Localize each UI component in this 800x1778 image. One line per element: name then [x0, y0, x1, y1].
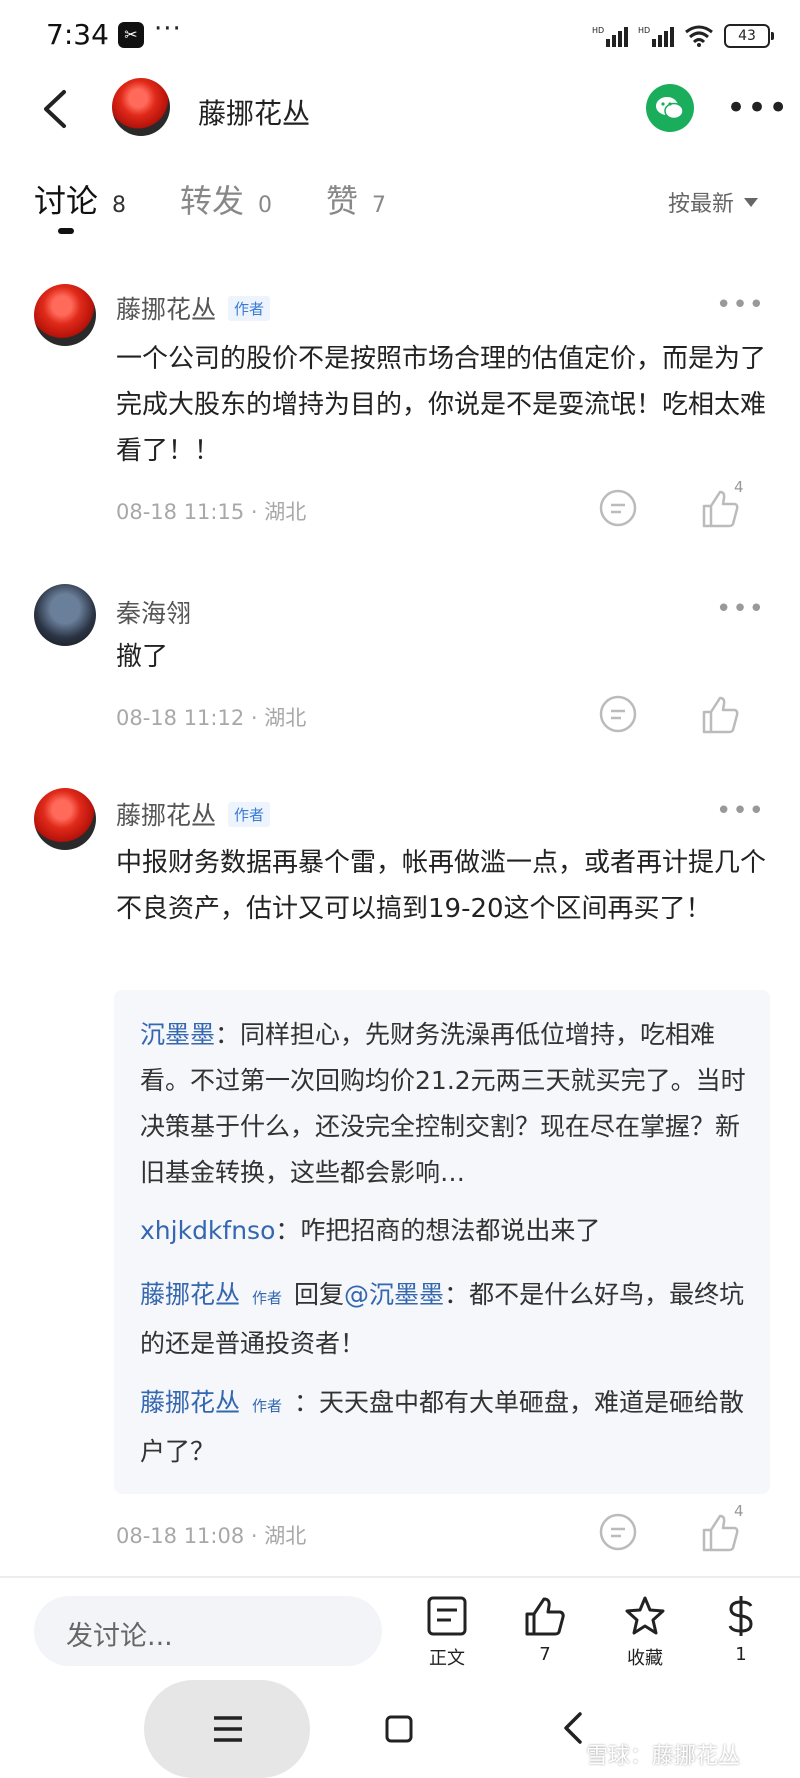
favorite-button[interactable]: 收藏 — [610, 1594, 680, 1670]
nav-back-icon[interactable] — [560, 1710, 586, 1746]
status-indicators: HD HD 43 — [592, 24, 774, 48]
nav-menu-button[interactable] — [144, 1680, 310, 1778]
thumbs-up-icon — [525, 1597, 565, 1636]
reply-username[interactable]: 藤挪花丛 — [140, 1280, 240, 1309]
wechat-share-button[interactable] — [646, 84, 694, 132]
capcut-icon: ✂ — [118, 22, 144, 48]
comment-text: 撤了 — [116, 642, 169, 672]
reply-icon[interactable] — [596, 1510, 640, 1554]
reply-item[interactable]: 沉墨墨：同样担心，先财务洗澡再低位增持，吃相难看。不过第一次回购均价21.2元两… — [140, 1012, 746, 1196]
comment-more-icon[interactable]: ••• — [716, 796, 765, 826]
reply-icon[interactable] — [596, 692, 640, 736]
reply-prefix: 回复 — [294, 1280, 345, 1309]
author-tag: 作者 — [252, 1289, 283, 1307]
article-icon — [427, 1596, 467, 1636]
comment-text: 中报财务数据再暴个雷，帐再做滥一点，或者再计提几个不良资产，估计又可以搞到19-… — [116, 848, 767, 924]
article-button[interactable]: 正文 — [412, 1594, 482, 1670]
tab-count: 0 — [258, 193, 273, 218]
comment-username: 藤挪花丛 — [116, 295, 217, 324]
menu-icon — [214, 1716, 242, 1742]
sort-dropdown[interactable]: 按最新 — [668, 186, 759, 218]
bottom-divider — [0, 1576, 800, 1578]
watermark: 雪球：藤挪花丛 — [586, 1744, 741, 1769]
home-square-icon[interactable] — [384, 1714, 414, 1744]
tool-label: 正文 — [429, 1648, 465, 1669]
comment-input-placeholder: 发讨论... — [66, 1621, 173, 1652]
dropdown-caret-icon — [744, 197, 759, 207]
reward-button[interactable]: 1 — [706, 1594, 776, 1665]
reply-username[interactable]: xhjkdkfnso — [140, 1216, 275, 1245]
tab-likes[interactable]: 赞 7 — [326, 176, 386, 222]
comment-input[interactable]: 发讨论... — [34, 1596, 382, 1666]
mention-link[interactable]: @沉墨墨 — [344, 1280, 444, 1309]
comment-author[interactable]: 藤挪花丛 作者 — [116, 290, 271, 326]
comment-username: 藤挪花丛 — [116, 801, 217, 830]
dollar-icon — [728, 1596, 753, 1636]
reply-separator: ： — [215, 1020, 241, 1049]
signal-icon-2: HD — [638, 26, 674, 47]
header-avatar[interactable] — [112, 78, 170, 136]
more-options-icon[interactable]: ••• — [726, 88, 789, 128]
wifi-icon — [685, 25, 713, 47]
tool-label: 收藏 — [627, 1648, 663, 1669]
sort-label: 按最新 — [668, 192, 735, 217]
tab-label: 转发 — [180, 182, 245, 220]
status-bar: 7:34 ✂ ··· HD HD 43 — [0, 0, 800, 76]
reply-separator: ： — [294, 1388, 320, 1417]
svg-text:HD: HD — [638, 26, 650, 35]
tab-count: 7 — [372, 193, 387, 218]
like-count: 4 — [734, 478, 744, 496]
comment-meta: 08-18 11:12 · 湖北 — [116, 706, 307, 730]
status-time: 7:34 — [46, 18, 109, 51]
comment-author[interactable]: 秦海翎 — [116, 594, 191, 630]
status-more-dots: ··· — [154, 14, 182, 44]
reply-text: 咋把招商的想法都说出来了 — [300, 1216, 601, 1245]
thumbs-up-icon[interactable] — [698, 692, 742, 736]
tab-count: 8 — [112, 193, 127, 218]
reply-item[interactable]: xhjkdkfnso：咋把招商的想法都说出来了 — [140, 1208, 746, 1254]
battery-icon: 43 — [724, 24, 774, 48]
comment-avatar[interactable] — [34, 788, 96, 850]
wechat-icon — [656, 97, 684, 120]
star-icon — [625, 1596, 665, 1635]
tab-discussion[interactable]: 讨论 8 — [34, 176, 126, 222]
like-count: 4 — [734, 1502, 744, 1520]
tab-label: 讨论 — [34, 182, 99, 220]
reply-thread[interactable]: 沉墨墨：同样担心，先财务洗澡再低位增持，吃相难看。不过第一次回购均价21.2元两… — [114, 990, 770, 1494]
comment-more-icon[interactable]: ••• — [716, 290, 765, 320]
back-arrow-icon[interactable] — [36, 86, 76, 132]
author-badge: 作者 — [228, 295, 271, 321]
tab-label: 赞 — [326, 182, 359, 220]
comment-more-icon[interactable]: ••• — [716, 594, 765, 624]
comment-username: 秦海翎 — [116, 599, 192, 628]
active-tab-indicator — [58, 228, 74, 234]
reply-item[interactable]: 藤挪花丛 作者 ：天天盘中都有大单砸盘，难道是砸给散户了？ — [140, 1380, 746, 1475]
header-username[interactable]: 藤挪花丛 — [198, 92, 310, 132]
comment-meta: 08-18 11:15 · 湖北 — [116, 500, 307, 524]
author-badge: 作者 — [228, 801, 271, 827]
reply-username[interactable]: 沉墨墨 — [140, 1020, 215, 1049]
tool-label: 1 — [735, 1644, 747, 1665]
tool-label: 7 — [539, 1644, 551, 1665]
author-tag: 作者 — [252, 1397, 283, 1415]
comment-avatar[interactable] — [34, 284, 96, 346]
comment-avatar[interactable] — [34, 584, 96, 646]
like-button[interactable]: 7 — [510, 1594, 580, 1665]
signal-icon: HD — [592, 26, 628, 47]
reply-separator: ： — [444, 1280, 470, 1309]
reply-icon[interactable] — [596, 486, 640, 530]
reply-username[interactable]: 藤挪花丛 — [140, 1388, 240, 1417]
tab-repost[interactable]: 转发 0 — [180, 176, 272, 222]
svg-text:HD: HD — [592, 26, 604, 35]
comment-meta: 08-18 11:08 · 湖北 — [116, 1524, 307, 1548]
reply-item[interactable]: 藤挪花丛 作者 回复@沉墨墨：都不是什么好鸟，最终坑的还是普通投资者！ — [140, 1272, 746, 1367]
comment-text: 一个公司的股价不是按照市场合理的估值定价，而是为了完成大股东的增持为目的，你说是… — [116, 344, 767, 466]
reply-separator: ： — [275, 1216, 301, 1245]
comment-author[interactable]: 藤挪花丛 作者 — [116, 796, 271, 832]
